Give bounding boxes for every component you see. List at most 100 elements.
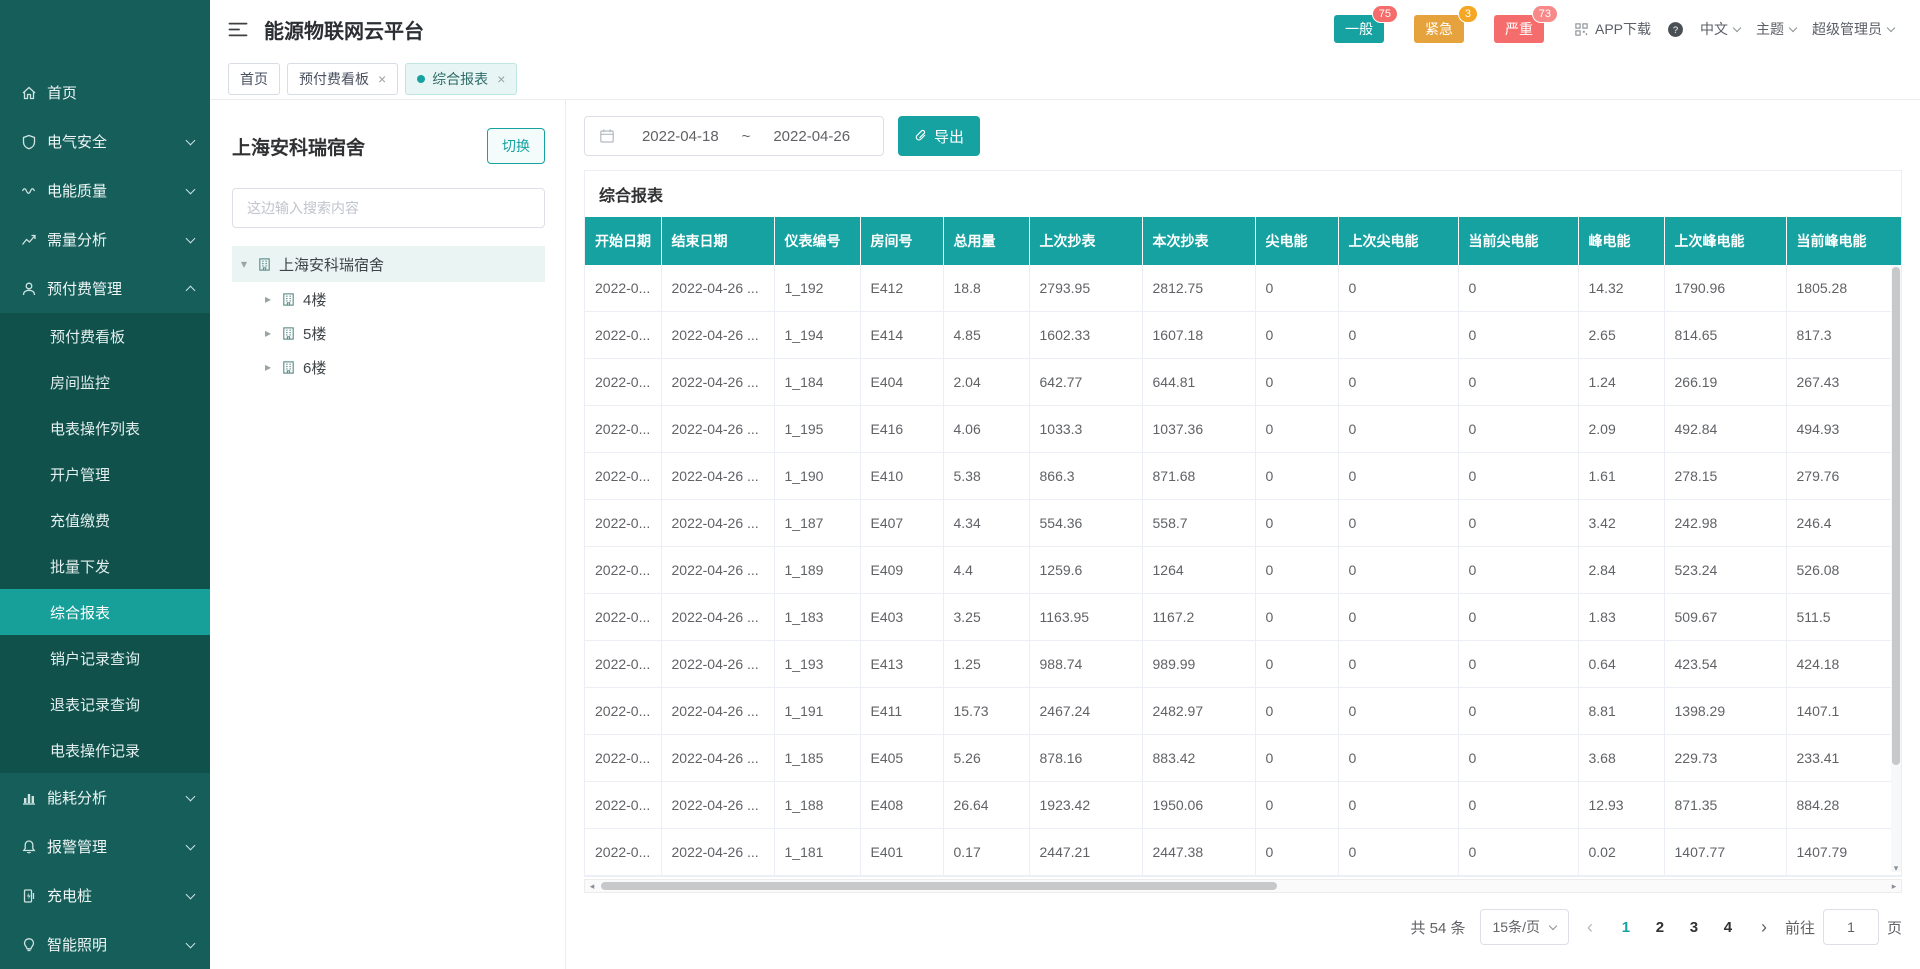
user-menu[interactable]: 超级管理员 — [1812, 19, 1894, 39]
sidebar-item-6[interactable]: 报警管理 — [0, 822, 210, 871]
sidebar-subitem-4[interactable]: 充值缴费 — [0, 497, 210, 543]
table-cell: 15.73 — [943, 688, 1029, 735]
header-actions: 一般 75 紧急 3 严重 73 APP下载 — [1334, 15, 1894, 43]
page-size-select[interactable]: 15条/页 — [1480, 909, 1569, 945]
table-cell: 0 — [1255, 500, 1338, 547]
sidebar-subitem-3[interactable]: 开户管理 — [0, 451, 210, 497]
chevron-down-icon — [186, 135, 196, 145]
sidebar-subitem-8[interactable]: 退表记录查询 — [0, 681, 210, 727]
export-button[interactable]: 导出 — [898, 116, 980, 156]
table-cell: 1790.96 — [1664, 265, 1786, 312]
column-header-10: 峰电能 — [1578, 217, 1664, 265]
sidebar-submenu: 预付费看板房间监控电表操作列表开户管理充值缴费批量下发综合报表销户记录查询退表记… — [0, 313, 210, 773]
table-cell: 0 — [1338, 735, 1458, 782]
table-row: 2022-0...2022-04-26 ...1_189E4094.41259.… — [585, 547, 1901, 594]
page-1[interactable]: 1 — [1611, 915, 1641, 940]
tree-node-2[interactable]: ▸6楼 — [232, 350, 545, 384]
sidebar-subitem-6[interactable]: 综合报表 — [0, 589, 210, 635]
pagination: 共 54 条 15条/页 ‹ 1234 › 前往 页 — [584, 909, 1902, 945]
chevron-down-icon — [1789, 23, 1797, 31]
table-cell: 494.93 — [1786, 406, 1901, 453]
caret-right-icon: ▸ — [262, 360, 274, 374]
chevron-down-icon — [186, 791, 196, 801]
menu-collapse-icon[interactable] — [228, 22, 248, 37]
table-cell: E410 — [860, 453, 943, 500]
table-cell: 1037.36 — [1142, 406, 1255, 453]
switch-building-button[interactable]: 切换 — [487, 128, 545, 164]
scroll-left-icon[interactable]: ◂ — [585, 880, 599, 892]
scroll-down-icon[interactable]: ▾ — [1891, 863, 1901, 874]
alarm-badge-general[interactable]: 一般 75 — [1334, 15, 1384, 43]
tab-home[interactable]: 首页 — [228, 63, 280, 95]
tab-comprehensive-report[interactable]: 综合报表 × — [405, 63, 517, 95]
app-download-link[interactable]: APP下载 — [1574, 19, 1651, 39]
table-cell: 1.83 — [1578, 594, 1664, 641]
help-icon[interactable]: ? — [1667, 21, 1684, 38]
table-cell: 2447.21 — [1029, 829, 1142, 876]
page-4[interactable]: 4 — [1713, 915, 1743, 940]
table-cell: 1_188 — [774, 782, 860, 829]
table-cell: 0 — [1255, 829, 1338, 876]
tree-node-0[interactable]: ▸4楼 — [232, 282, 545, 316]
table-cell: 2022-0... — [585, 547, 661, 594]
alarm-badge-urgent[interactable]: 紧急 3 — [1414, 15, 1464, 43]
tab-prepaid-dashboard[interactable]: 预付费看板 × — [287, 63, 398, 95]
sidebar-item-1[interactable]: 电气安全 — [0, 117, 210, 166]
building-icon — [257, 257, 272, 272]
tabbar: 首页 预付费看板 × 综合报表 × — [210, 58, 1920, 100]
sidebar-item-5[interactable]: 能耗分析 — [0, 773, 210, 822]
language-select[interactable]: 中文 — [1700, 19, 1740, 39]
page-2[interactable]: 2 — [1645, 915, 1675, 940]
close-icon[interactable]: × — [378, 72, 386, 86]
sidebar-subitem-1[interactable]: 房间监控 — [0, 359, 210, 405]
sidebar-subitem-7[interactable]: 销户记录查询 — [0, 635, 210, 681]
tree-node-1[interactable]: ▸5楼 — [232, 316, 545, 350]
alarm-badge-severe[interactable]: 严重 73 — [1494, 15, 1544, 43]
table-row: 2022-0...2022-04-26 ...1_184E4042.04642.… — [585, 359, 1901, 406]
sidebar-item-label: 首页 — [47, 82, 194, 103]
report-table-wrap: 开始日期结束日期仪表编号房间号总用量上次抄表本次抄表尖电能上次尖电能当前尖电能峰… — [585, 217, 1901, 876]
tree-root-label: 上海安科瑞宿舍 — [279, 254, 384, 275]
sidebar-subitem-5[interactable]: 批量下发 — [0, 543, 210, 589]
sidebar-item-7[interactable]: 充电桩 — [0, 871, 210, 920]
page-3[interactable]: 3 — [1679, 915, 1709, 940]
table-cell: 2022-0... — [585, 453, 661, 500]
sidebar-subitem-0[interactable]: 预付费看板 — [0, 313, 210, 359]
sidebar-item-0[interactable]: 首页 — [0, 68, 210, 117]
goto-page-input[interactable] — [1823, 909, 1879, 945]
table-row: 2022-0...2022-04-26 ...1_192E41218.82793… — [585, 265, 1901, 312]
table-cell: 883.42 — [1142, 735, 1255, 782]
sidebar-item-3[interactable]: 需量分析 — [0, 215, 210, 264]
prev-page-icon[interactable]: ‹ — [1583, 917, 1597, 938]
theme-select[interactable]: 主题 — [1756, 19, 1796, 39]
building-tree-panel: 上海安科瑞宿舍 切换 ▾ 上海安科瑞宿舍 ▸4楼▸5楼▸6楼 — [210, 100, 566, 969]
sidebar-subitem-9[interactable]: 电表操作记录 — [0, 727, 210, 773]
table-cell: 2022-0... — [585, 641, 661, 688]
tree-search-input[interactable] — [232, 188, 545, 228]
table-cell: 1_191 — [774, 688, 860, 735]
report-title: 综合报表 — [585, 171, 1901, 217]
table-cell: 871.68 — [1142, 453, 1255, 500]
close-icon[interactable]: × — [497, 72, 505, 86]
sidebar-item-label: 电气安全 — [47, 131, 187, 152]
table-cell: 0 — [1338, 406, 1458, 453]
sidebar-subitem-2[interactable]: 电表操作列表 — [0, 405, 210, 451]
chevron-down-icon — [1733, 23, 1741, 31]
table-cell: 988.74 — [1029, 641, 1142, 688]
vertical-scrollbar[interactable]: ▾ — [1891, 265, 1901, 872]
next-page-icon[interactable]: › — [1757, 917, 1771, 938]
app-download-label: APP下载 — [1595, 19, 1651, 39]
date-range-picker[interactable]: 2022-04-18 ~ 2022-04-26 — [584, 116, 884, 156]
tree-root-node[interactable]: ▾ 上海安科瑞宿舍 — [232, 246, 545, 282]
vertical-scrollbar-thumb[interactable] — [1892, 267, 1900, 765]
sidebar-item-8[interactable]: 智能照明 — [0, 920, 210, 969]
horizontal-scrollbar[interactable]: ◂ ▸ — [584, 879, 1902, 893]
table-cell: 1.25 — [943, 641, 1029, 688]
sidebar-item-4[interactable]: 预付费管理 — [0, 264, 210, 313]
horizontal-scrollbar-thumb[interactable] — [601, 882, 1277, 890]
table-cell: 871.35 — [1664, 782, 1786, 829]
scroll-right-icon[interactable]: ▸ — [1887, 880, 1901, 892]
table-cell: 424.18 — [1786, 641, 1901, 688]
table-cell: 0 — [1338, 312, 1458, 359]
sidebar-item-2[interactable]: 电能质量 — [0, 166, 210, 215]
